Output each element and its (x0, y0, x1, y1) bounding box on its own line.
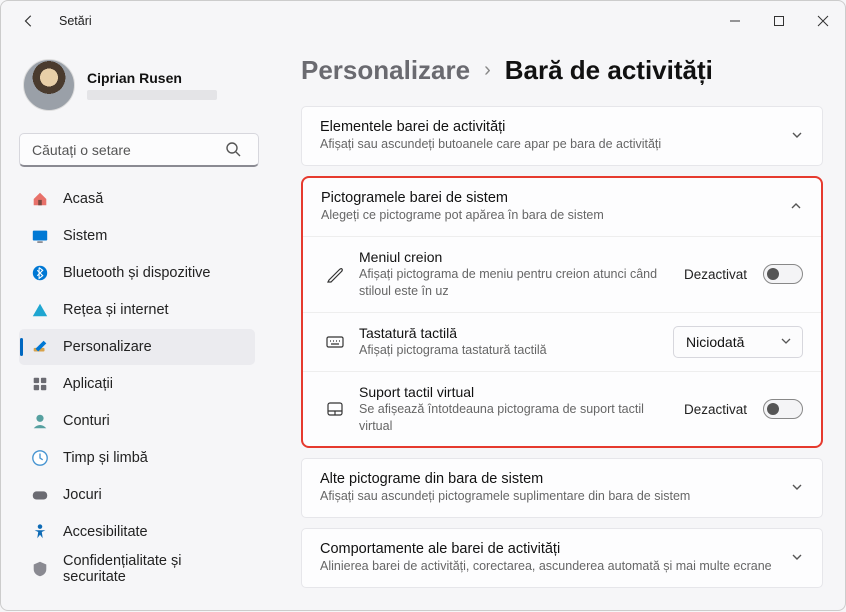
system-icon (31, 227, 49, 245)
row-title: Tastatură tactilă (359, 325, 657, 341)
main-content: Personalizare › Bară de activități Eleme… (271, 41, 845, 612)
section-taskbar-behaviors[interactable]: Comportamente ale barei de activități Al… (301, 528, 823, 588)
row-pen-menu: Meniul creion Afișați pictograma de meni… (303, 236, 821, 312)
nav-time[interactable]: Timp și limbă (19, 440, 255, 476)
nav-system[interactable]: Sistem (19, 218, 255, 254)
row-touch-keyboard: Tastatură tactilă Afișați pictograma tas… (303, 312, 821, 371)
section-title: Comportamente ale barei de activități (320, 541, 790, 557)
section-system-tray-icons: Pictogramele barei de sistem Alegeți ce … (301, 176, 823, 448)
user-profile[interactable]: Ciprian Rusen (19, 51, 259, 127)
chevron-down-icon (790, 128, 804, 142)
chevron-down-icon (790, 550, 804, 564)
nav-home[interactable]: Acasă (19, 181, 255, 217)
nav-label: Rețea și internet (63, 302, 169, 318)
pen-menu-toggle[interactable] (763, 264, 803, 284)
nav-accounts[interactable]: Conturi (19, 403, 255, 439)
personalization-icon (31, 338, 49, 356)
virtual-touchpad-toggle[interactable] (763, 399, 803, 419)
row-subtitle: Afișați pictograma de meniu pentru creio… (359, 266, 668, 300)
sidebar: Ciprian Rusen Acasă Sistem Bluetooth și … (1, 41, 271, 612)
window-title: Setări (59, 14, 92, 28)
get-help-link[interactable]: Obținere ajutor (301, 598, 823, 612)
section-header[interactable]: Pictogramele barei de sistem Alegeți ce … (303, 178, 821, 236)
row-title: Suport tactil virtual (359, 384, 668, 400)
section-other-tray-icons[interactable]: Alte pictograme din bara de sistem Afișa… (301, 458, 823, 518)
chevron-down-icon (780, 334, 792, 350)
back-button[interactable] (15, 7, 43, 35)
user-email-redacted (87, 90, 217, 100)
gaming-icon (31, 486, 49, 504)
touch-keyboard-dropdown[interactable]: Niciodată (673, 326, 803, 358)
avatar (23, 59, 75, 111)
section-title: Pictogramele barei de sistem (321, 190, 789, 206)
minimize-button[interactable] (713, 1, 757, 41)
title-bar: Setări (1, 1, 845, 41)
breadcrumb-parent[interactable]: Personalizare (301, 55, 470, 86)
nav-apps[interactable]: Aplicații (19, 366, 255, 402)
nav-label: Sistem (63, 228, 107, 244)
nav-bluetooth[interactable]: Bluetooth și dispozitive (19, 255, 255, 291)
chevron-up-icon (789, 199, 803, 213)
row-subtitle: Se afișează întotdeauna pictograma de su… (359, 401, 668, 435)
pen-icon (325, 264, 345, 284)
nav-label: Bluetooth și dispozitive (63, 265, 211, 281)
maximize-button[interactable] (757, 1, 801, 41)
breadcrumb: Personalizare › Bară de activități (301, 55, 823, 86)
section-subtitle: Afișați sau ascundeți pictogramele supli… (320, 489, 790, 503)
touchpad-icon (325, 399, 345, 419)
toggle-status: Dezactivat (684, 402, 747, 417)
nav-list: Acasă Sistem Bluetooth și dispozitive Re… (19, 181, 259, 587)
nav-label: Timp și limbă (63, 450, 148, 466)
chevron-down-icon (790, 480, 804, 494)
nav-personalization[interactable]: Personalizare (19, 329, 255, 365)
row-virtual-touchpad: Suport tactil virtual Se afișează întotd… (303, 371, 821, 447)
nav-label: Conturi (63, 413, 110, 429)
nav-label: Confidențialitate și securitate (63, 553, 245, 585)
section-subtitle: Alinierea barei de activități, corectare… (320, 559, 790, 573)
search-icon (225, 141, 241, 162)
section-subtitle: Afișați sau ascundeți butoanele care apa… (320, 137, 790, 151)
nav-label: Acasă (63, 191, 103, 207)
section-title: Alte pictograme din bara de sistem (320, 471, 790, 487)
bluetooth-icon (31, 264, 49, 282)
home-icon (31, 190, 49, 208)
nav-label: Accesibilitate (63, 524, 148, 540)
dropdown-value: Niciodată (686, 334, 744, 350)
privacy-icon (31, 560, 49, 578)
nav-label: Personalizare (63, 339, 152, 355)
section-taskbar-items[interactable]: Elementele barei de activități Afișați s… (301, 106, 823, 166)
keyboard-icon (325, 332, 345, 352)
row-subtitle: Afișați pictograma tastatură tactilă (359, 342, 657, 359)
toggle-status: Dezactivat (684, 267, 747, 282)
section-title: Elementele barei de activități (320, 119, 790, 135)
nav-label: Aplicații (63, 376, 113, 392)
breadcrumb-current: Bară de activități (505, 55, 713, 86)
nav-label: Jocuri (63, 487, 102, 503)
row-title: Meniul creion (359, 249, 668, 265)
nav-network[interactable]: Rețea și internet (19, 292, 255, 328)
accessibility-icon (31, 523, 49, 541)
accounts-icon (31, 412, 49, 430)
nav-accessibility[interactable]: Accesibilitate (19, 514, 255, 550)
apps-icon (31, 375, 49, 393)
close-button[interactable] (801, 1, 845, 41)
nav-privacy[interactable]: Confidențialitate și securitate (19, 551, 255, 587)
section-subtitle: Alegeți ce pictograme pot apărea în bara… (321, 208, 789, 222)
nav-gaming[interactable]: Jocuri (19, 477, 255, 513)
chevron-right-icon: › (484, 59, 491, 82)
user-name: Ciprian Rusen (87, 70, 217, 86)
time-icon (31, 449, 49, 467)
network-icon (31, 301, 49, 319)
search-input[interactable] (19, 133, 259, 167)
